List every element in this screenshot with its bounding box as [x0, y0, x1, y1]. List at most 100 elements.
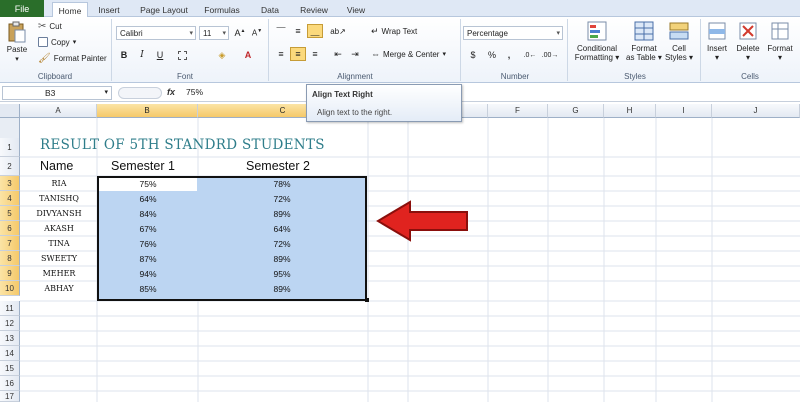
select-all-corner[interactable]: [0, 104, 20, 118]
column-header-j[interactable]: J: [712, 104, 800, 118]
column-header-f[interactable]: F: [488, 104, 548, 118]
formula-bar-value[interactable]: 75%: [186, 87, 203, 97]
row-header-4[interactable]: 4: [0, 191, 20, 206]
formula-bar-expand-handle[interactable]: [118, 87, 162, 99]
cut-button[interactable]: ✂ Cut: [38, 21, 62, 32]
row-header-6[interactable]: 6: [0, 221, 20, 236]
tab-data[interactable]: Data: [258, 2, 282, 17]
header-semester-2[interactable]: Semester 2: [246, 159, 310, 173]
tab-formulas[interactable]: Formulas: [202, 2, 242, 17]
row-header-3[interactable]: 3: [0, 176, 20, 191]
semester-1-cell[interactable]: 76%: [99, 236, 197, 251]
tab-file[interactable]: File: [0, 0, 44, 17]
semester-2-cell[interactable]: 72%: [198, 191, 366, 206]
row-header-15[interactable]: 15: [0, 361, 20, 376]
student-name-cell[interactable]: SWEETY: [21, 251, 97, 266]
cell-styles-button[interactable]: Cell Styles ▾: [662, 20, 696, 62]
borders-button[interactable]: [174, 48, 190, 62]
row-header-9[interactable]: 9: [0, 266, 20, 281]
tab-page-layout[interactable]: Page Layout: [137, 2, 191, 17]
increase-indent-button[interactable]: ⇥: [347, 47, 363, 61]
font-name-combo[interactable]: Calibri ▾: [116, 26, 196, 40]
semester-2-cell[interactable]: 78%: [198, 176, 366, 191]
row-header-16[interactable]: 16: [0, 376, 20, 391]
student-name-cell[interactable]: RIA: [21, 176, 97, 191]
semester-2-cell[interactable]: 89%: [198, 281, 366, 296]
student-name-cell[interactable]: TANISHQ: [21, 191, 97, 206]
comma-style-button[interactable]: ,: [501, 48, 517, 62]
underline-button[interactable]: U: [152, 48, 168, 62]
fill-color-button[interactable]: ◈: [214, 48, 230, 62]
semester-2-cell[interactable]: 89%: [198, 206, 366, 221]
row-header-13[interactable]: 13: [0, 331, 20, 346]
row-header-1[interactable]: 1: [0, 138, 20, 157]
semester-1-cell[interactable]: 67%: [99, 221, 197, 236]
sheet-title[interactable]: RESULT OF 5TH STANDRD STUDENTS: [40, 137, 325, 153]
bold-button[interactable]: B: [116, 48, 132, 62]
semester-1-cell[interactable]: 64%: [99, 191, 197, 206]
insert-function-button[interactable]: fx: [167, 87, 175, 97]
fill-handle[interactable]: [365, 298, 369, 302]
align-left-button[interactable]: ≡: [273, 47, 289, 61]
copy-button[interactable]: Copy ▾: [38, 37, 76, 47]
row-header-17[interactable]: 17: [0, 391, 20, 402]
column-header-h[interactable]: H: [604, 104, 656, 118]
row-header-10[interactable]: 10: [0, 281, 20, 296]
shrink-font-button[interactable]: A▼: [249, 26, 265, 40]
header-name[interactable]: Name: [40, 159, 73, 173]
decrease-indent-button[interactable]: ⇤: [330, 47, 346, 61]
insert-cells-button[interactable]: Insert ▾: [702, 20, 732, 62]
row-header-14[interactable]: 14: [0, 346, 20, 361]
row-header-11[interactable]: 11: [0, 301, 20, 316]
conditional-formatting-button[interactable]: Conditional Formatting ▾: [571, 20, 623, 62]
student-name-cell[interactable]: ABHAY: [21, 281, 97, 296]
tab-insert[interactable]: Insert: [94, 2, 124, 17]
increase-decimal-button[interactable]: .0←: [522, 48, 538, 62]
italic-button[interactable]: I: [134, 48, 150, 62]
semester-1-cell[interactable]: 85%: [99, 281, 197, 296]
semester-2-cell[interactable]: 72%: [198, 236, 366, 251]
semester-2-cell[interactable]: 89%: [198, 251, 366, 266]
semester-1-cell[interactable]: 75%: [99, 176, 197, 191]
student-name-cell[interactable]: TINA: [21, 236, 97, 251]
tab-view[interactable]: View: [343, 2, 369, 17]
header-semester-1[interactable]: Semester 1: [111, 159, 175, 173]
align-right-button[interactable]: ≡: [307, 47, 323, 61]
column-header-b[interactable]: B: [97, 104, 198, 118]
semester-2-cell[interactable]: 95%: [198, 266, 366, 281]
align-middle-button[interactable]: ≡: [290, 24, 306, 38]
student-name-cell[interactable]: MEHER: [21, 266, 97, 281]
semester-1-cell[interactable]: 84%: [99, 206, 197, 221]
align-center-button[interactable]: ≡: [290, 47, 306, 61]
delete-cells-button[interactable]: Delete ▾: [733, 20, 763, 62]
student-name-cell[interactable]: DIVYANSH: [21, 206, 97, 221]
format-as-table-button[interactable]: Format as Table ▾: [624, 20, 664, 62]
decrease-decimal-button[interactable]: .00→: [542, 48, 559, 62]
semester-1-cell[interactable]: 87%: [99, 251, 197, 266]
wrap-text-button[interactable]: ↵ Wrap Text: [371, 26, 417, 37]
name-box[interactable]: B3 ▾: [2, 86, 112, 100]
currency-button[interactable]: $: [465, 48, 481, 62]
column-header-a[interactable]: A: [20, 104, 97, 118]
student-name-cell[interactable]: AKASH: [21, 221, 97, 236]
row-header-7[interactable]: 7: [0, 236, 20, 251]
paste-button[interactable]: Paste ▾: [0, 21, 34, 64]
column-header-i[interactable]: I: [656, 104, 712, 118]
row-header-5[interactable]: 5: [0, 206, 20, 221]
row-header-8[interactable]: 8: [0, 251, 20, 266]
merge-center-button[interactable]: ⇔ Merge & Center ▾: [371, 49, 446, 59]
font-color-button[interactable]: A: [240, 48, 256, 62]
row-header-2[interactable]: 2: [0, 157, 20, 176]
column-header-g[interactable]: G: [548, 104, 604, 118]
semester-2-cell[interactable]: 64%: [198, 221, 366, 236]
align-bottom-button[interactable]: ⎽: [307, 24, 323, 38]
tab-review[interactable]: Review: [296, 2, 332, 17]
number-format-combo[interactable]: Percentage ▾: [463, 26, 563, 40]
grow-font-button[interactable]: A▲: [232, 26, 248, 40]
align-top-button[interactable]: ⎺: [273, 24, 289, 38]
format-cells-button[interactable]: Format ▾: [763, 20, 797, 62]
row-header-12[interactable]: 12: [0, 316, 20, 331]
tab-home[interactable]: Home: [52, 2, 88, 18]
format-painter-button[interactable]: 🖌 Format Painter: [38, 53, 107, 64]
percent-button[interactable]: %: [484, 48, 500, 62]
